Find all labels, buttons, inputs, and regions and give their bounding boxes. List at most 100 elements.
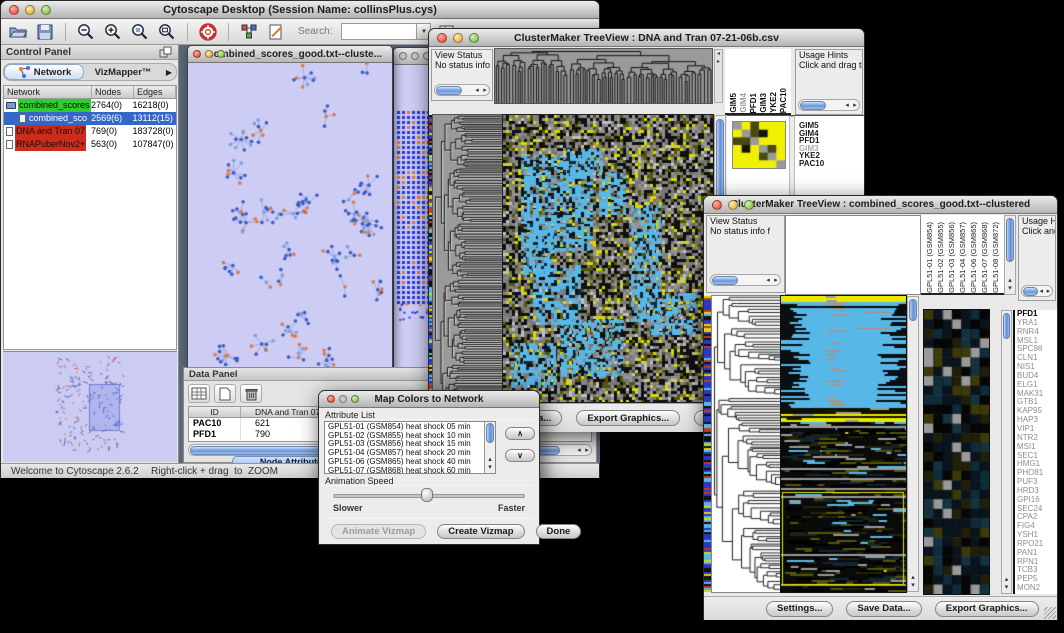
close-button[interactable] xyxy=(9,5,19,15)
search-combobox[interactable]: ▼ xyxy=(341,23,431,40)
tv2-hints-scrollbar[interactable]: ◂▸ xyxy=(1021,285,1053,297)
scroll-down-icon[interactable]: ▾ xyxy=(1005,285,1015,293)
tv2-status-scrollbar[interactable]: ◂▸ xyxy=(710,274,781,286)
scroll-right-icon[interactable]: ▸ xyxy=(583,446,591,454)
close-button[interactable] xyxy=(399,52,407,60)
help-button[interactable] xyxy=(197,21,219,43)
tv1-heatmap[interactable] xyxy=(503,115,713,402)
tv1-column-dendrogram[interactable] xyxy=(495,49,712,103)
tv1-corner-strip[interactable]: ◂▸ xyxy=(714,49,723,103)
zoom-out-button[interactable] xyxy=(75,21,97,43)
minimize-button[interactable] xyxy=(453,33,463,43)
close-button[interactable] xyxy=(327,395,335,403)
animate-vizmap-button[interactable]: Animate Vizmap xyxy=(331,524,426,539)
scroll-down-icon[interactable]: ▾ xyxy=(908,582,918,590)
create-vizmap-button[interactable]: Create Vizmap xyxy=(437,524,524,539)
tv1-status-scrollbar[interactable]: ◂▸ xyxy=(434,84,490,96)
new-attribute-button[interactable] xyxy=(214,384,236,403)
move-down-button[interactable]: ∨ xyxy=(505,449,535,462)
scroll-left-icon[interactable]: ◂ xyxy=(473,86,481,94)
tab-vizmapper[interactable]: VizMapper™ xyxy=(84,64,162,80)
tv2-heatmap-overview[interactable] xyxy=(781,296,906,592)
export-graphics-button[interactable]: Export Graphics... xyxy=(576,410,680,426)
save-session-button[interactable] xyxy=(34,21,56,43)
minimize-button[interactable] xyxy=(25,5,35,15)
scroll-up-icon[interactable]: ▴ xyxy=(1002,576,1011,584)
network-view-window[interactable]: combined_scores_good.txt--cluste... xyxy=(187,45,393,373)
zoom-window-button[interactable] xyxy=(351,395,359,403)
tv2-labels-scrollbar[interactable]: ▴ ▾ xyxy=(1004,215,1016,295)
speed-slider-thumb[interactable] xyxy=(421,488,433,502)
network-row[interactable]: combined_scores2764(0)16218(0) xyxy=(4,99,176,112)
scroll-right-icon[interactable]: ▸ xyxy=(481,86,489,94)
minimize-button[interactable] xyxy=(339,395,347,403)
zoom-window-button[interactable] xyxy=(469,33,479,43)
network-view-titlebar[interactable]: combined_scores_good.txt--cluste... xyxy=(188,46,392,63)
attribute-list-scrollbar[interactable]: ▴ ▾ xyxy=(484,422,495,473)
scroll-up-icon[interactable]: ▴ xyxy=(1005,277,1015,285)
network-row[interactable]: combined_sco2569(6)13112(15) xyxy=(4,112,176,125)
tv2-zoom-scrollbar[interactable]: ▴ ▾ xyxy=(1001,310,1012,594)
delete-attribute-button[interactable] xyxy=(240,384,262,403)
network-view-canvas[interactable] xyxy=(188,63,392,372)
zoom-window-button[interactable] xyxy=(217,50,225,58)
export-graphics-button[interactable]: Export Graphics... xyxy=(935,601,1039,617)
scroll-left-icon[interactable]: ◂ xyxy=(843,101,851,109)
tv1-row-dendrogram[interactable] xyxy=(433,115,502,402)
main-titlebar[interactable]: Cytoscape Desktop (Session Name: collins… xyxy=(1,1,599,19)
zoom-fit-button[interactable] xyxy=(156,21,178,43)
data-col-id[interactable]: ID xyxy=(189,407,241,417)
scroll-down-icon[interactable]: ▾ xyxy=(485,464,495,472)
attribute-listbox[interactable]: GPL51-01 (GSM854) heat shock 05 minGPL51… xyxy=(324,421,496,474)
col-nodes[interactable]: Nodes xyxy=(92,86,134,98)
zoom-window-button[interactable] xyxy=(744,200,754,210)
done-button[interactable]: Done xyxy=(536,524,582,539)
scroll-left-icon[interactable]: ◂ xyxy=(764,276,772,284)
scroll-right-icon[interactable]: ▸ xyxy=(1045,287,1052,295)
gene-label[interactable]: MON2 xyxy=(1015,584,1057,593)
tv2-row-dendrogram[interactable] xyxy=(712,296,781,592)
minimize-button[interactable] xyxy=(728,200,738,210)
zoom-window-button[interactable] xyxy=(41,5,51,15)
network-row[interactable]: DNA and Tran 07769(0)183728(0) xyxy=(4,125,176,138)
tv1-hints-scrollbar[interactable]: ◂▸ xyxy=(798,99,860,111)
vizmapper-button[interactable] xyxy=(238,21,260,43)
resize-grip[interactable] xyxy=(1044,607,1056,619)
scroll-up-icon[interactable]: ▴ xyxy=(908,574,918,582)
tv2-column-dendrogram-area[interactable] xyxy=(785,215,921,295)
tv1-minimap[interactable] xyxy=(733,122,785,168)
float-panel-icon[interactable] xyxy=(159,46,173,58)
network-row[interactable]: RNAPuberNov2+563(0)107847(0) xyxy=(4,138,176,151)
scroll-up-icon[interactable]: ▴ xyxy=(485,456,495,464)
scroll-right-icon[interactable]: ▸ xyxy=(851,101,859,109)
settings-button[interactable]: Settings... xyxy=(766,601,833,617)
cp-overview-canvas[interactable] xyxy=(3,351,177,462)
open-session-button[interactable] xyxy=(7,21,29,43)
zoom-selected-button[interactable] xyxy=(129,21,151,43)
minimize-button[interactable] xyxy=(205,50,213,58)
tab-network[interactable]: Network xyxy=(4,64,84,80)
close-button[interactable] xyxy=(437,33,447,43)
scroll-right-icon[interactable]: ▸ xyxy=(772,276,780,284)
annotation-button[interactable] xyxy=(265,21,287,43)
close-button[interactable] xyxy=(193,50,201,58)
scroll-left-icon[interactable]: ◂ xyxy=(575,446,583,454)
save-data-button[interactable]: Save Data... xyxy=(846,601,921,617)
tab-overflow-arrow[interactable]: ▶ xyxy=(162,68,176,77)
minimize-button[interactable] xyxy=(411,52,419,60)
treeview1-titlebar[interactable]: ClusterMaker TreeView : DNA and Tran 07-… xyxy=(429,29,864,47)
scroll-left-icon[interactable]: ◂ xyxy=(1038,287,1045,295)
col-network[interactable]: Network xyxy=(4,86,92,98)
attribute-item[interactable]: GPL51-07 (GSM868) heat shock 60 min xyxy=(326,467,484,474)
select-attributes-button[interactable] xyxy=(188,384,210,403)
tv2-heatmap-zoom[interactable] xyxy=(924,310,989,594)
search-input[interactable] xyxy=(341,23,417,40)
zoom-in-button[interactable] xyxy=(102,21,124,43)
col-edges[interactable]: Edges xyxy=(134,86,176,98)
gene-label[interactable]: PAC10 xyxy=(799,160,824,168)
treeview2-titlebar[interactable]: ClusterMaker TreeView : combined_scores_… xyxy=(704,196,1057,214)
scroll-down-icon[interactable]: ▾ xyxy=(1002,584,1011,592)
dialog-titlebar[interactable]: Map Colors to Network xyxy=(319,391,539,408)
tv2-overview-scrollbar[interactable]: ▴ ▾ xyxy=(907,296,919,592)
close-button[interactable] xyxy=(712,200,722,210)
